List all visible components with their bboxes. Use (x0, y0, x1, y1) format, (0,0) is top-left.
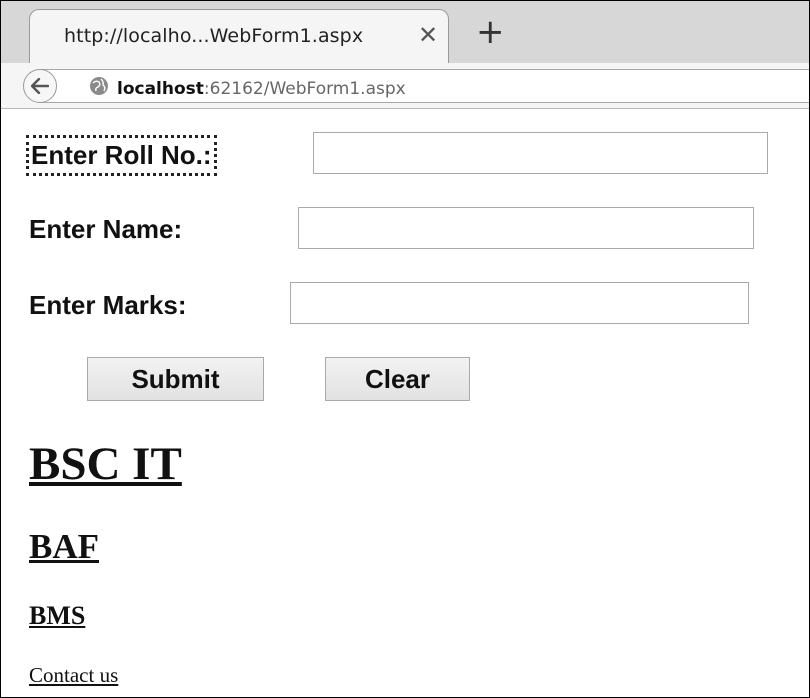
marks-input[interactable] (290, 282, 749, 324)
back-button[interactable] (23, 69, 57, 103)
roll-no-input[interactable] (313, 132, 768, 174)
bms-link[interactable]: BMS (29, 601, 85, 631)
globe-icon[interactable] (89, 76, 109, 101)
navigation-bar: localhost:62162/WebForm1.aspx (1, 63, 809, 109)
browser-window: http://localho...WebForm1.aspx ✕ + local… (0, 0, 810, 698)
back-arrow-icon (31, 78, 49, 94)
tab-strip: http://localho...WebForm1.aspx ✕ + (1, 1, 809, 63)
marks-label: Enter Marks: (29, 290, 187, 320)
close-tab-icon[interactable]: ✕ (418, 21, 438, 49)
baf-link[interactable]: BAF (29, 527, 99, 567)
contact-us-link[interactable]: Contact us (29, 663, 118, 688)
tab-title: http://localho...WebForm1.aspx (64, 25, 364, 47)
url-path: :62162/WebForm1.aspx (203, 79, 406, 99)
bsc-it-link[interactable]: BSC IT (29, 437, 182, 491)
name-input[interactable] (298, 207, 754, 249)
submit-button[interactable]: Submit (87, 357, 264, 401)
browser-tab[interactable]: http://localho...WebForm1.aspx ✕ (29, 9, 449, 63)
url-text[interactable]: localhost:62162/WebForm1.aspx (117, 79, 406, 99)
clear-button[interactable]: Clear (325, 357, 470, 401)
name-label: Enter Name: (29, 214, 183, 244)
new-tab-icon[interactable]: + (476, 15, 505, 49)
roll-no-label: Enter Roll No.: (26, 135, 217, 176)
url-host: localhost (117, 79, 204, 99)
